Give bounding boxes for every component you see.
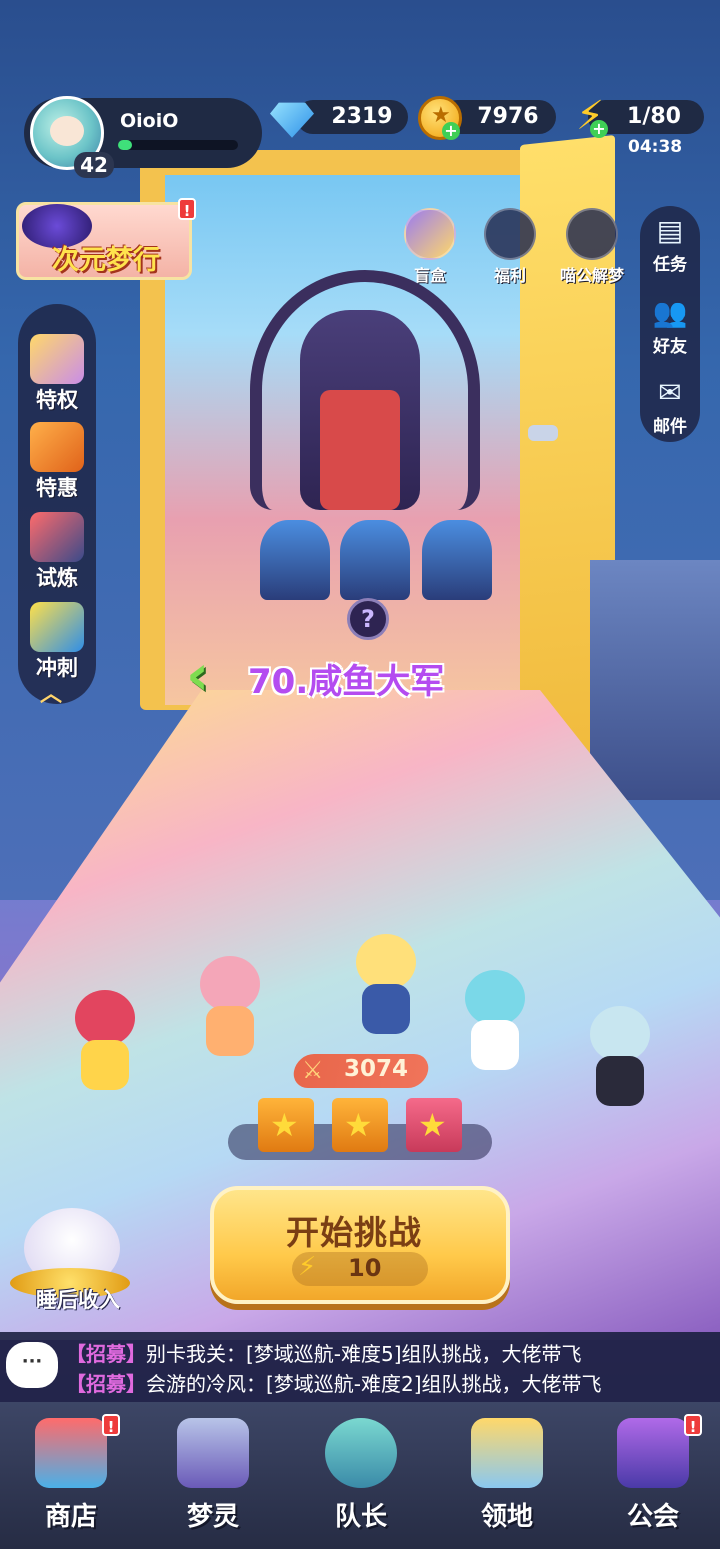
cat-dream-icon [566, 208, 618, 260]
event-notification-badge: ! [178, 198, 196, 220]
hero-cyan-hair-head [465, 970, 525, 1026]
fish-minion-center [340, 520, 410, 600]
previous-stage-chevron-left-icon[interactable]: ‹ [186, 646, 226, 710]
sleep-income-label[interactable]: 睡后收入 [36, 1284, 120, 1314]
boss-robe [320, 390, 400, 510]
menu-discount[interactable]: 特惠 [18, 414, 96, 504]
menu-sprint[interactable]: 冲刺 [18, 594, 96, 684]
exp-bar [118, 140, 238, 150]
reward-chest-2-icon[interactable] [332, 1098, 388, 1152]
menu-tasks[interactable]: ▤ 任务 [640, 212, 700, 275]
privilege-tickets-icon [30, 334, 84, 384]
exp-bar-fill [118, 140, 133, 150]
hero-pink-hair[interactable] [180, 956, 280, 1066]
menu-mail-label: 邮件 [653, 417, 687, 437]
chat-message-1-tag: 【招募】 [66, 1342, 146, 1366]
captain-icon [325, 1418, 397, 1488]
nav-captain[interactable]: 队长 [306, 1410, 416, 1542]
door-knob [528, 425, 558, 441]
nav-dream-spirit[interactable]: 梦灵 [158, 1410, 268, 1542]
menu-privilege-label: 特权 [36, 388, 78, 412]
hero-red-hair-body [81, 1040, 129, 1090]
add-coins-button[interactable]: + [442, 122, 460, 140]
nav-shop-label: 商店 [44, 1502, 97, 1532]
gift-icon [484, 208, 536, 260]
energy-cost-value: 10 [348, 1254, 382, 1282]
territory-icon [471, 1418, 543, 1488]
dream-spirit-icon [177, 1418, 249, 1488]
event-title: 次元梦行 [52, 245, 160, 276]
menu-trial-label: 试炼 [36, 566, 78, 590]
collapse-menu-chevron-up-icon[interactable]: ︿ [40, 676, 62, 708]
hero-visor[interactable] [570, 1006, 670, 1116]
menu-privilege[interactable]: 特权 [18, 326, 96, 416]
menu-tasks-label: 任务 [653, 255, 687, 275]
player-name: OioiO [120, 110, 179, 132]
add-energy-button[interactable]: + [590, 120, 608, 138]
welfare-button[interactable]: 福利 [470, 208, 550, 286]
sword-icon: ⚔ [302, 1056, 324, 1084]
team-power-value: 3074 [344, 1056, 409, 1082]
blind-box-icon [404, 208, 456, 260]
player-level: 42 [74, 152, 114, 178]
energy-cost-bolt-icon: ⚡ [298, 1252, 317, 1282]
hero-red-hair-head [75, 990, 135, 1046]
menu-friends-label: 好友 [653, 337, 687, 357]
desk-background [590, 560, 720, 800]
sprint-trophy-icon [30, 602, 84, 652]
hero-pink-hair-body [206, 1006, 254, 1056]
gems-value: 2319 [331, 104, 393, 129]
menu-trial[interactable]: 试炼 [18, 504, 96, 594]
cat-dream-label: 喵公解梦 [559, 266, 624, 285]
cat-dream-button[interactable]: 喵公解梦 [552, 208, 632, 286]
chat-message-1[interactable]: 【招募】别卡我关：[梦域巡航-难度5]组队挑战，大佬带飞 [66, 1338, 582, 1367]
gems-counter[interactable]: 2319 [296, 100, 408, 134]
hero-cyan-hair[interactable] [450, 970, 540, 1070]
hero-captain-body [362, 984, 410, 1034]
welfare-label: 福利 [493, 266, 526, 285]
reward-chest-1-icon[interactable] [258, 1098, 314, 1152]
nav-dream-spirit-label: 梦灵 [186, 1502, 239, 1532]
nav-territory[interactable]: 领地 [452, 1410, 562, 1542]
nav-territory-label: 领地 [480, 1502, 533, 1532]
blind-box-button[interactable]: 盲盒 [390, 208, 470, 286]
nav-guild-label: 公会 [626, 1502, 679, 1532]
stage-info-icon[interactable]: ? [347, 598, 389, 640]
hero-captain-head [356, 934, 416, 990]
coins-value: 7976 [477, 104, 539, 129]
nav-guild-badge: ! [684, 1414, 702, 1436]
fish-minion-right [422, 520, 492, 600]
hero-red-hair[interactable] [50, 990, 160, 1110]
nav-captain-label: 队长 [334, 1502, 387, 1532]
chat-bubble-icon[interactable]: ··· [6, 1342, 58, 1388]
task-clipboard-icon: ▤ [656, 214, 684, 247]
trial-rocket-icon [30, 512, 84, 562]
start-challenge-label: 开始挑战 [286, 1213, 422, 1252]
energy-timer: 04:38 [628, 137, 683, 157]
avatar-face [50, 116, 84, 146]
hero-pink-hair-head [200, 956, 260, 1012]
hero-visor-body [596, 1056, 644, 1106]
discount-box-icon [30, 422, 84, 472]
guild-icon [617, 1418, 689, 1488]
menu-mail[interactable]: ✉ 邮件 [640, 374, 700, 437]
hero-cyan-hair-body [471, 1020, 519, 1070]
mail-icon: ✉ [658, 376, 682, 409]
chat-message-2-text: 会游的冷风：[梦域巡航-难度2]组队挑战，大佬带飞 [146, 1372, 602, 1396]
reward-chest-3-icon[interactable] [406, 1098, 462, 1152]
hero-visor-head [590, 1006, 650, 1062]
nav-shop-badge: ! [102, 1414, 120, 1436]
friends-icon: 👥 [652, 296, 688, 329]
energy-value: 1/80 [627, 104, 681, 129]
hero-captain-blond[interactable] [316, 934, 456, 1034]
fish-minion-left [260, 520, 330, 600]
chat-message-1-text: 别卡我关：[梦域巡航-难度5]组队挑战，大佬带飞 [146, 1342, 582, 1366]
shop-icon [35, 1418, 107, 1488]
chat-message-2-tag: 【招募】 [66, 1372, 146, 1396]
stage-title: 70.咸鱼大军 [248, 662, 445, 702]
menu-discount-label: 特惠 [36, 476, 78, 500]
menu-friends[interactable]: 👥 好友 [640, 294, 700, 357]
chat-message-2[interactable]: 【招募】会游的冷风：[梦域巡航-难度2]组队挑战，大佬带飞 [66, 1368, 602, 1397]
